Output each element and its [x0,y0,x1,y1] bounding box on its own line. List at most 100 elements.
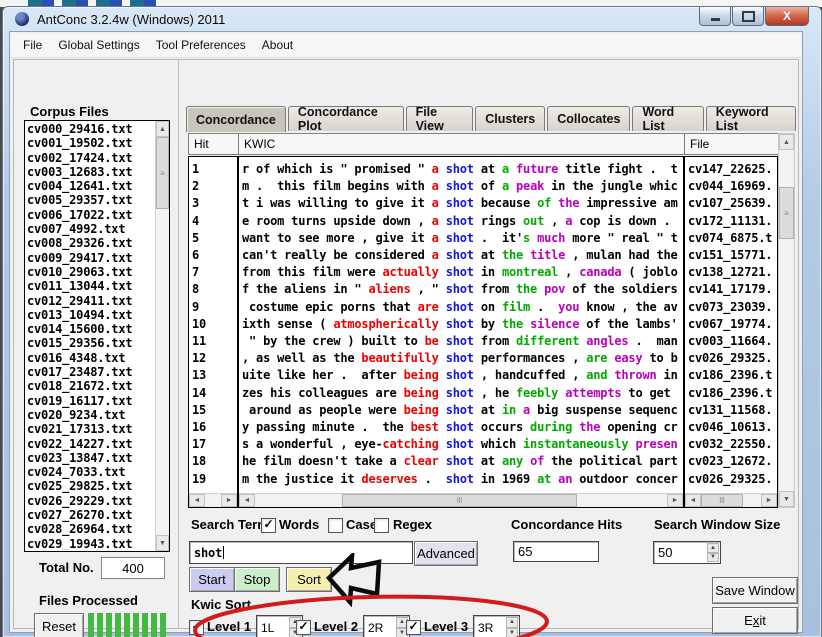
menu-global-settings[interactable]: Global Settings [50,35,147,55]
hit-cell[interactable]: 12 [192,350,237,367]
tab-clusters[interactable]: Clusters [475,106,545,131]
kwic-hscrollbar[interactable]: ◄ lll ► [239,493,683,507]
corpus-file-item[interactable]: cv017_23487.txt [27,365,155,379]
corpus-file-item[interactable]: cv019_16117.txt [27,394,155,408]
file-cell[interactable]: cv046_10613. [688,419,777,436]
corpus-file-item[interactable]: cv028_26964.txt [27,522,155,536]
menu-about[interactable]: About [254,35,301,55]
spin-down-icon[interactable]: ▼ [707,553,719,563]
hit-cell[interactable]: 2 [192,178,237,195]
file-cell[interactable]: cv141_17179. [688,281,777,298]
tab-word-list[interactable]: Word List [632,106,703,131]
spin-up-icon[interactable]: ▲ [707,543,719,553]
corpus-file-item[interactable]: cv023_13847.txt [27,451,155,465]
corpus-file-item[interactable]: cv006_17022.txt [27,208,155,222]
search-window-size-spinner[interactable]: 50 ▲▼ [653,541,721,564]
file-cell[interactable]: cv067_19774. [688,316,777,333]
spin-down-icon[interactable]: ▼ [506,628,518,637]
scroll-up-icon[interactable]: ▲ [156,121,169,137]
scroll-left-icon[interactable]: ◄ [685,494,701,507]
minimize-button[interactable] [699,7,731,26]
title-bar[interactable]: AntConc 3.2.4w (Windows) 2011 X [3,7,821,31]
checkbox-level-3[interactable]: ✓ [406,620,421,635]
level-3-spinner[interactable]: 3R▲▼ [473,615,520,637]
hit-cell[interactable]: 17 [192,436,237,453]
file-cell[interactable]: cv138_12721. [688,264,777,281]
kwic-row[interactable]: around as people were being shot at in a… [242,402,683,419]
file-cell[interactable]: cv026_29325. [688,471,777,488]
corpus-file-item[interactable]: cv004_12641.txt [27,179,155,193]
kwic-row[interactable]: " by the crew ) built to be shot from di… [242,333,683,350]
menu-tool-preferences[interactable]: Tool Preferences [148,35,254,55]
corpus-file-item[interactable]: cv001_19502.txt [27,136,155,150]
corpus-file-item[interactable]: cv005_29357.txt [27,193,155,207]
kwic-row[interactable]: want to see more , give it a shot . it's… [242,230,683,247]
hit-cell[interactable]: 18 [192,453,237,470]
scroll-up-icon[interactable]: ▲ [779,134,794,150]
kwic-row[interactable]: t i was willing to give it a shot becaus… [242,195,683,212]
corpus-file-item[interactable]: cv000_29416.txt [27,122,155,136]
corpus-file-item[interactable]: cv007_4992.txt [27,222,155,236]
hit-cell[interactable]: 13 [192,367,237,384]
corpus-file-item[interactable]: cv011_13044.txt [27,279,155,293]
file-cell[interactable]: cv186_2396.t [688,385,777,402]
kwic-row[interactable]: can't really be considered a shot at the… [242,247,683,264]
maximize-button[interactable] [732,7,764,26]
file-cell[interactable]: cv131_11568. [688,402,777,419]
file-cell[interactable]: cv186_2396.t [688,367,777,384]
hit-cell[interactable]: 9 [192,299,237,316]
hit-cell[interactable]: 8 [192,281,237,298]
file-cell[interactable]: cv147_22625. [688,161,777,178]
checkbox-regex[interactable] [374,518,389,533]
corpus-file-item[interactable]: cv018_21672.txt [27,379,155,393]
results-vscrollbar[interactable]: ▲ ≡ ▼ [778,133,795,508]
save-window-button[interactable]: Save Window [712,577,798,604]
start-button[interactable]: Start [189,567,235,592]
file-cell[interactable]: cv032_22550. [688,436,777,453]
checkbox-case[interactable] [328,518,343,533]
hit-cell[interactable]: 19 [192,471,237,488]
kwic-row[interactable]: e room turns upside down , a shot rings … [242,213,683,230]
tab-concordance[interactable]: Concordance [186,106,286,132]
file-cell[interactable]: cv003_11664. [688,333,777,350]
corpus-file-item[interactable]: cv014_15600.txt [27,322,155,336]
checkbox-level-1[interactable]: ✓ [189,620,204,635]
kwic-row[interactable]: y passing minute . the best shot occurs … [242,419,683,436]
spin-up-icon[interactable]: ▲ [506,617,518,628]
kwic-row[interactable]: uite like her . after being shot , handc… [242,367,683,384]
corpus-file-item[interactable]: cv027_26270.txt [27,508,155,522]
file-cell[interactable]: cv026_29325. [688,350,777,367]
tab-file-view[interactable]: File View [406,106,474,131]
tab-keyword-list[interactable]: Keyword List [706,106,796,131]
corpus-file-item[interactable]: cv002_17424.txt [27,151,155,165]
hit-cell[interactable]: 10 [192,316,237,333]
scroll-left-icon[interactable]: ◄ [239,494,255,507]
tab-concordance-plot[interactable]: Concordance Plot [288,106,404,131]
kwic-row[interactable]: f the aliens in " aliens , " shot from t… [242,281,683,298]
exit-button[interactable]: Exit [712,607,798,634]
file-cell[interactable]: cv151_15771. [688,247,777,264]
corpus-file-item[interactable]: cv012_29411.txt [27,294,155,308]
checkbox-level-2[interactable]: ✓ [296,620,311,635]
file-cell[interactable]: cv074_6875.t [688,230,777,247]
scroll-down-icon[interactable]: ▼ [779,491,794,507]
results-scroll-thumb[interactable]: ≡ [779,187,794,239]
kwic-row[interactable]: from this film were actually shot in mon… [242,264,683,281]
kwic-row[interactable]: ixth sense ( atmospherically shot by the… [242,316,683,333]
kwic-row[interactable]: m . this film begins with a shot of a pe… [242,178,683,195]
hit-cell[interactable]: 6 [192,247,237,264]
hit-cell[interactable]: 3 [192,195,237,212]
hit-cell[interactable]: 15 [192,402,237,419]
corpus-file-item[interactable]: cv009_29417.txt [27,251,155,265]
hit-cell[interactable]: 7 [192,264,237,281]
file-cell[interactable]: cv023_12672. [688,453,777,470]
file-hscrollbar[interactable]: ◄ lll ► [685,493,777,507]
file-cell[interactable]: cv172_11131. [688,213,777,230]
close-button[interactable]: X [765,7,809,26]
kwic-row[interactable]: s a wonderful , eye-catching shot which … [242,436,683,453]
corpus-scroll-thumb[interactable]: ≡ [156,137,169,209]
scroll-left-icon[interactable]: ◄ [189,494,205,507]
corpus-file-item[interactable]: cv029_19943.txt [27,537,155,550]
search-input[interactable]: shot [189,541,413,564]
hit-hscrollbar[interactable]: ◄ ► [189,493,237,507]
